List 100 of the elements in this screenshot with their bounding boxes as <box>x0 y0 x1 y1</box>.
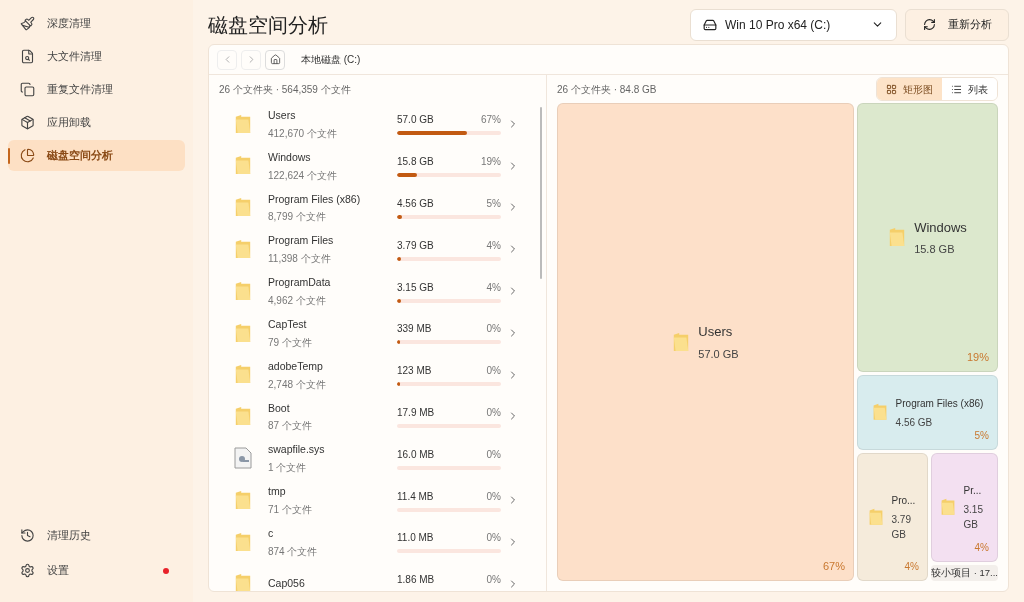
folder-icon <box>888 227 907 248</box>
folder-row[interactable]: Users 412,670 个文件 57.0 GB 67% <box>209 103 546 145</box>
grid-icon <box>886 83 897 95</box>
file-count: 8,799 个文件 <box>268 210 327 225</box>
folder-row[interactable]: Program Files (x86) 8,799 个文件 4.56 GB 5% <box>209 186 546 229</box>
tile-size: 57.0 GB <box>698 346 739 362</box>
folder-icon <box>234 197 252 218</box>
item-size: 17.9 MB <box>397 405 435 420</box>
system-file-icon <box>234 447 252 470</box>
item-size: 15.8 GB <box>397 155 434 170</box>
tile-size: 3.79 GB <box>891 512 912 542</box>
breadcrumb[interactable]: 本地磁盘 (C:) <box>301 52 361 67</box>
folder-row[interactable]: c 874 个文件 11.0 MB 0% <box>209 520 546 563</box>
refresh-icon <box>922 18 936 31</box>
folder-icon <box>234 155 252 177</box>
item-percent: 5% <box>486 197 501 211</box>
view-tab[interactable]: 矩形图 <box>877 78 942 100</box>
treemap-tile[interactable]: Pro... 3.79 GB 4% <box>857 453 928 581</box>
folder-icon <box>234 322 252 344</box>
folder-row[interactable]: tmp 71 个文件 11.4 MB 0% <box>209 479 546 521</box>
folder-row[interactable]: Program Files 11,398 个文件 3.79 GB 4% <box>209 228 546 271</box>
tile-percent: 4% <box>904 560 919 574</box>
settings-icon <box>20 563 35 578</box>
folder-row[interactable]: Windows 122,624 个文件 15.8 GB 19% <box>209 144 546 187</box>
folder-row[interactable]: Boot 87 个文件 17.9 MB 0% <box>209 395 546 438</box>
folder-row[interactable]: swapfile.sys 1 个文件 16.0 MB 0% <box>209 437 546 480</box>
item-percent: 0% <box>486 447 501 462</box>
scrollbar[interactable] <box>540 107 542 279</box>
item-size: 11.0 MB <box>397 531 434 546</box>
selection-indicator <box>8 148 10 164</box>
file-icon <box>20 49 35 64</box>
item-size: 3.79 GB <box>397 238 434 253</box>
file-count: 122,624 个文件 <box>268 168 338 183</box>
tile-percent: 4% <box>974 541 989 555</box>
item-percent: 0% <box>486 573 501 588</box>
treemap-tile[interactable]: Users 57.0 GB 67% <box>557 103 854 581</box>
sidebar-item[interactable]: 磁盘空间分析 <box>8 140 185 171</box>
item-size: 16.0 MB <box>397 447 435 462</box>
file-count: 4,962 个文件 <box>268 293 327 308</box>
pie-chart-icon <box>20 148 35 163</box>
item-percent: 0% <box>486 322 501 337</box>
home-button[interactable] <box>265 49 285 70</box>
item-percent: 0% <box>486 405 501 420</box>
tile-size: 3.15 GB <box>963 503 984 532</box>
drive-dropdown[interactable]: Win 10 Pro x64 (C:) <box>690 8 897 41</box>
folder-icon <box>234 531 252 553</box>
tile-name: Pr... <box>963 484 983 498</box>
folder-icon <box>234 406 252 427</box>
treemap-tile[interactable]: Windows 15.8 GB 19% <box>857 103 998 372</box>
folder-icon <box>234 280 252 302</box>
back-button[interactable] <box>217 49 237 70</box>
sidebar-item[interactable]: 深度清理 <box>8 8 185 39</box>
treemap-tile[interactable]: Program Files (x86) 4.56 GB 5% <box>857 375 998 450</box>
view-tab[interactable]: 列表 <box>942 78 997 100</box>
item-size: 339 MB <box>397 322 432 337</box>
item-name: adobeTemp <box>268 358 324 374</box>
tile-name: Users <box>698 323 734 341</box>
home-icon <box>269 54 281 65</box>
item-name: Users <box>268 108 297 123</box>
sidebar-item[interactable]: 重复文件清理 <box>8 74 185 105</box>
tile-name: Program Files (x86) <box>895 396 984 411</box>
item-name: tmp <box>268 484 287 500</box>
item-name: Program Files (x86) <box>268 191 362 207</box>
sidebar-item[interactable]: 设置 <box>8 555 185 586</box>
sidebar-item[interactable]: 大文件清理 <box>8 41 185 72</box>
item-percent: 0% <box>486 364 501 379</box>
item-name: Cap056 <box>268 576 306 591</box>
item-size: 57.0 GB <box>397 113 434 128</box>
folder-icon <box>234 238 252 260</box>
folder-icon <box>867 507 884 527</box>
folder-row[interactable]: CapTest 79 个文件 339 MB 0% <box>209 312 546 354</box>
item-percent: 19% <box>481 155 501 170</box>
drive-icon <box>703 17 717 32</box>
sidebar-item[interactable]: 清理历史 <box>8 520 185 551</box>
sidebar-item[interactable]: 应用卸载 <box>8 107 185 138</box>
file-count: 71 个文件 <box>268 502 313 517</box>
treemap-tile[interactable]: Pr... 3.15 GB 4% <box>931 453 998 562</box>
page-title: 磁盘空间分析 <box>208 12 329 38</box>
file-count: 11,398 个文件 <box>268 252 332 267</box>
item-percent: 4% <box>486 238 501 253</box>
item-name: c <box>268 526 275 541</box>
file-count: 1 个文件 <box>268 461 308 476</box>
folder-row[interactable]: adobeTemp 2,748 个文件 123 MB 0% <box>209 353 546 396</box>
file-count: 79 个文件 <box>268 335 313 350</box>
copy-icon <box>20 82 35 97</box>
item-size: 3.15 GB <box>397 280 434 295</box>
folder-icon <box>234 364 252 385</box>
item-size: 123 MB <box>397 364 432 379</box>
package-icon <box>20 115 35 130</box>
item-name: swapfile.sys <box>268 442 326 458</box>
tile-percent: 19% <box>966 349 989 365</box>
item-percent: 67% <box>481 113 501 128</box>
folder-row[interactable]: Cap056 1.86 MB 0% <box>209 562 546 591</box>
rescan-button[interactable]: 重新分析 <box>905 8 1009 41</box>
folder-icon <box>939 498 956 517</box>
folder-row[interactable]: ProgramData 4,962 个文件 3.15 GB 4% <box>209 270 546 312</box>
file-count: 412,670 个文件 <box>268 126 338 141</box>
tile-size: 15.8 GB <box>914 242 956 257</box>
folder-icon <box>234 113 252 135</box>
small-items-label[interactable]: 较小项目 · 17... <box>931 565 998 581</box>
